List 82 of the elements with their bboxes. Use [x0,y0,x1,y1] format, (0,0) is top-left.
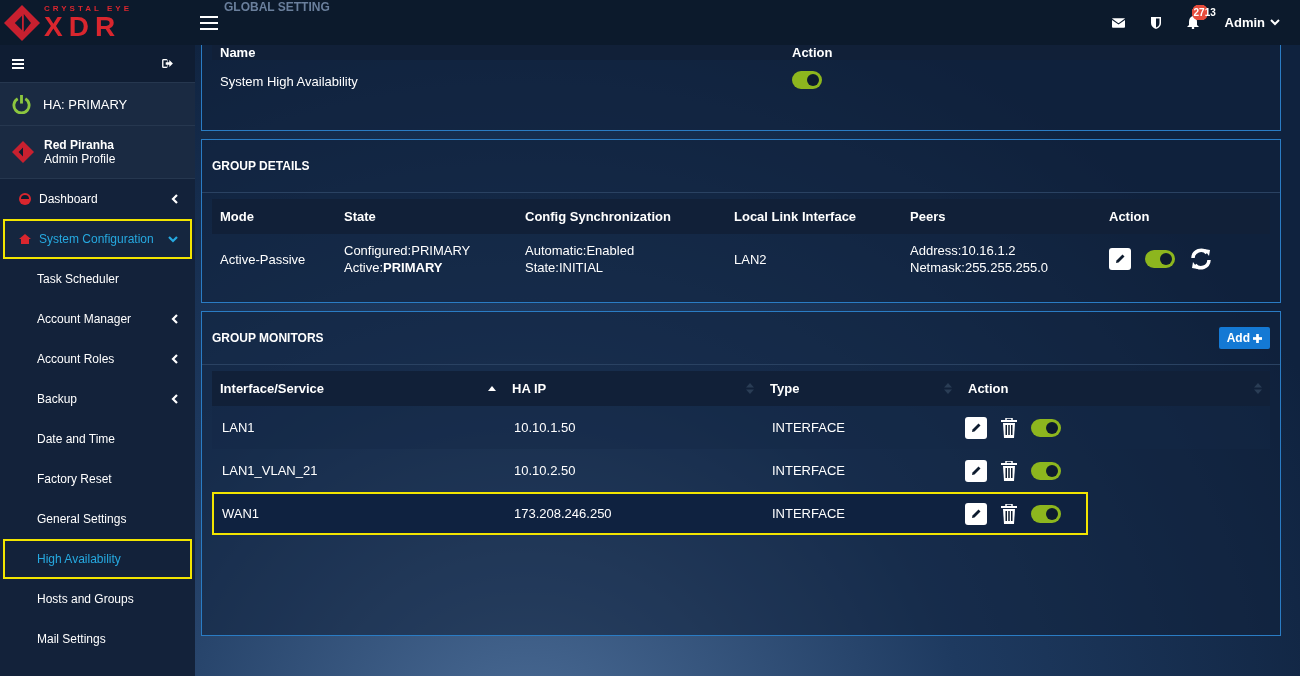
plus-icon [1253,333,1262,343]
edit-button[interactable] [965,416,987,439]
pencil-icon [970,464,982,477]
table-cell-text: Automatic:Enabled [525,243,636,258]
toggle-switch[interactable] [792,70,822,89]
nav-item[interactable]: High Availability [3,539,192,579]
column-header: State [343,209,377,224]
column-header: Local Link Interface [733,209,858,224]
column-header[interactable]: Action [960,381,1009,396]
profile-name: Red Piranha [44,138,116,152]
nav-item[interactable]: Account Roles [3,339,192,379]
profile-role: Admin Profile [44,152,116,166]
envelope-icon[interactable] [1111,17,1125,28]
nav-item[interactable]: Factory Reset [3,459,192,499]
power-icon [12,94,31,114]
table-cell-text: 10.10.1.50 [513,420,577,435]
column-header: Name [219,45,257,60]
toggle-switch[interactable] [1031,418,1061,437]
home-icon [19,234,31,244]
nav-item[interactable]: Hosts and Groups [3,579,192,619]
brand-name: XDR [44,12,122,41]
table-cell-text: INTERFACE [771,420,846,435]
table-cell-text: LAN1_VLAN_21 [221,463,319,478]
nav-item[interactable]: Account Manager [3,299,192,339]
toggle-switch[interactable] [1031,504,1061,523]
shield-icon[interactable] [1150,16,1161,29]
panel-title: GLOBAL SETTING [224,0,330,14]
column-header: Config Synchronization [524,209,672,224]
nav-item[interactable]: Task Scheduler [3,259,192,299]
edit-button[interactable] [965,502,987,525]
ha-status: HA: PRIMARY [43,96,128,112]
edit-button[interactable] [965,459,987,482]
table-cell-text: 10.10.2.50 [513,463,577,478]
nav-item[interactable]: Date and Time [3,419,192,459]
gauge-icon [19,193,31,205]
table-cell-text: 173.208.246.250 [513,506,613,521]
menu-icon[interactable] [12,58,24,69]
table-cell-text: Active:PRIMARY [344,260,444,275]
pencil-icon [970,421,982,434]
nav-item[interactable]: General Settings [3,499,192,539]
table-cell-text: INTERFACE [771,463,846,478]
chevron-down-icon [1270,19,1280,26]
panel-title: GROUP MONITORS [212,331,324,345]
column-header[interactable]: HA IP [504,381,547,396]
diamond-logo-icon [12,138,34,166]
table-cell-text: LAN1 [221,420,256,435]
menu-icon[interactable] [200,15,218,30]
table-cell-text: INTERFACE [771,506,846,521]
table-cell-text: Configured:PRIMARY [344,243,472,258]
table-cell-text: LAN2 [733,251,768,267]
column-header: Action [1108,209,1151,224]
sort-up-icon[interactable] [488,386,496,391]
nav-item[interactable]: System Configuration [3,219,192,259]
table-cell-text: System High Availability [219,73,359,89]
brand-tagline: CRYSTAL EYE [44,4,132,13]
column-header[interactable]: Interface/Service [212,381,325,396]
user-menu[interactable]: Admin [1224,15,1280,30]
table-cell-text: WAN1 [221,506,261,521]
trash-icon[interactable] [1001,417,1017,438]
refresh-icon[interactable] [1189,247,1213,271]
nav-item[interactable]: Mail Settings [3,619,192,659]
bell-icon[interactable] [1186,16,1199,29]
column-header: Mode [219,209,255,224]
column-header[interactable]: Type [762,381,800,396]
column-header: Action [791,45,834,60]
table-cell-text: Address:10.16.1.2 [910,243,1017,258]
table-cell-text: Active-Passive [219,251,307,267]
table-cell-text: State:INITIAL [525,260,605,275]
nav-item[interactable]: Dashboard [3,179,192,219]
table-cell-text: Netmask:255.255.255.0 [910,260,1050,275]
add-button[interactable]: Add [1218,327,1270,349]
sign-out-icon[interactable] [162,59,173,68]
toggle-switch[interactable] [1145,250,1175,268]
edit-button[interactable] [1109,248,1131,270]
pencil-icon [970,507,982,520]
panel-title: GROUP DETAILS [212,159,310,173]
toggle-switch[interactable] [1031,461,1061,480]
nav-item[interactable]: Backup [3,379,192,419]
column-header: Peers [909,209,947,224]
trash-icon[interactable] [1001,460,1017,481]
pencil-icon [1114,253,1126,265]
trash-icon[interactable] [1001,503,1017,524]
